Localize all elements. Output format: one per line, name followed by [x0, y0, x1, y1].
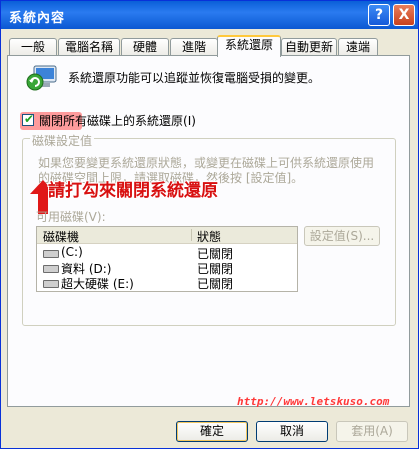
tab-general[interactable]: 一般 — [9, 38, 57, 56]
tab-auto-update[interactable]: 自動更新 — [281, 38, 337, 56]
help-button[interactable]: ? — [368, 4, 390, 26]
restore-description: 系統還原功能可以追蹤並恢復電腦受損的變更。 — [68, 71, 321, 85]
ok-button[interactable]: 確定 — [176, 421, 248, 442]
drive-icon — [43, 250, 59, 258]
system-restore-panel: 系統還原功能可以追蹤並恢復電腦受損的變更。 ✔ 關閉所有磁碟上的系統還原(I) … — [7, 55, 410, 407]
system-restore-icon — [26, 65, 57, 91]
drive-name: (C:) — [61, 245, 83, 259]
list-item[interactable]: (C:) 已關閉 — [43, 245, 293, 261]
tab-system-restore[interactable]: 系統還原 — [217, 35, 281, 57]
column-status[interactable]: 狀態 — [197, 228, 221, 245]
disable-restore-checkbox[interactable]: ✔ — [22, 112, 35, 126]
drives-list[interactable]: 磁碟機 狀態 (C:) 已關閉 資料 (D:) 已關閉 超大硬碟 (E:) 已關… — [36, 226, 298, 292]
disable-restore-label[interactable]: 關閉所有磁碟上的系統還原(I) — [39, 112, 196, 129]
drives-list-header: 磁碟機 狀態 — [37, 227, 297, 244]
drive-name: 超大硬碟 (E:) — [61, 277, 134, 291]
drive-status: 已關閉 — [197, 277, 234, 291]
tab-remote[interactable]: 遠端 — [338, 38, 378, 56]
close-button[interactable]: X — [393, 4, 415, 26]
tab-hardware[interactable]: 硬體 — [121, 38, 169, 56]
apply-button[interactable]: 套用(A) — [336, 421, 408, 442]
available-drives-label: 可用磁碟(V): — [36, 210, 106, 224]
window-title: 系統內容 — [9, 11, 66, 26]
title-bar[interactable]: 系統內容 ? X — [1, 1, 418, 29]
settings-button[interactable]: 設定值(S)... — [304, 226, 380, 246]
disk-settings-title: 磁碟設定值 — [30, 132, 95, 149]
drive-icon — [43, 280, 59, 288]
list-item[interactable]: 超大硬碟 (E:) 已關閉 — [43, 275, 293, 291]
system-properties-window: 系統內容 ? X 一般 電腦名稱 硬體 進階 系統還原 自動更新 遠端 系統還原… — [0, 0, 419, 449]
checkmark-icon: ✔ — [24, 112, 35, 126]
tab-computer-name[interactable]: 電腦名稱 — [58, 38, 120, 56]
list-item[interactable]: 資料 (D:) 已關閉 — [43, 260, 293, 276]
watermark: http://www.letskuso.com — [237, 395, 390, 408]
cancel-button[interactable]: 取消 — [256, 421, 328, 442]
instruction-overlay: 請打勾來關閉系統還原 — [48, 181, 218, 201]
tab-advanced[interactable]: 進階 — [170, 38, 218, 56]
column-drive[interactable]: 磁碟機 — [43, 228, 79, 245]
column-separator — [191, 229, 192, 241]
drive-icon — [43, 265, 59, 273]
